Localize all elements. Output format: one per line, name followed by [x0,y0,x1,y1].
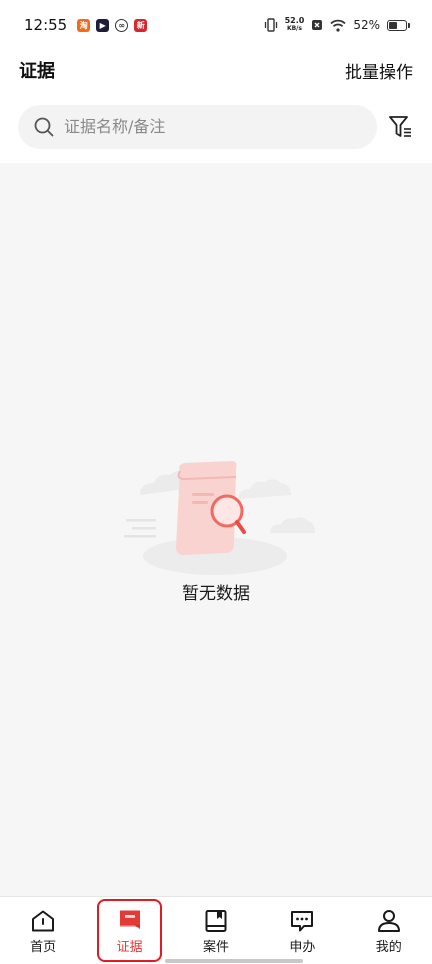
nav-label-case: 案件 [202,940,229,955]
status-app-icons: 淘 ▶ ∞ 新 [77,18,148,32]
page-title: 证据 [19,61,55,82]
net-speed-value: 52.0 [284,16,305,25]
status-right: 52.0 KB/s 52% [264,17,410,33]
nav-label-apply: 申办 [289,940,316,955]
net-speed: 52.0 KB/s [285,17,305,33]
nav-label-evidence: 证据 [116,940,143,955]
vibrate-icon [264,18,277,32]
notification-play-icon: ▶ [96,18,110,32]
user-icon [377,910,400,932]
search-icon [34,117,54,136]
evidence-flag-icon [119,910,140,929]
nav-item-mine[interactable]: 我的 [359,909,419,955]
batch-operation-button[interactable]: 批量操作 [345,58,413,83]
no-sim-icon [312,20,323,30]
nav-label-home: 首页 [30,940,57,955]
bottom-nav: 首页 证据 案件 申办 我的 [0,896,432,964]
screen: 12:55 淘 ▶ ∞ 新 52.0 KB/s 52% 证据 批量操作 证据名称… [0,0,432,964]
empty-state-text: 暂无数据 [182,584,250,604]
nav-item-apply[interactable]: 申办 [272,909,332,955]
chat-icon [291,911,314,932]
nav-item-evidence[interactable]: 证据 [100,909,160,955]
case-icon [205,910,227,932]
status-time: 12:55 [24,16,68,34]
net-speed-unit: KB/s [286,25,302,32]
page-header: 证据 批量操作 [0,50,432,90]
search-row [0,90,432,163]
notification-app-icon: 淘 [77,18,91,32]
status-bar: 12:55 淘 ▶ ∞ 新 52.0 KB/s 52% [0,0,432,50]
battery-percent: 52% [353,18,380,32]
search-box[interactable] [18,104,377,149]
nav-label-mine: 我的 [375,940,402,955]
filter-icon[interactable] [387,114,413,140]
home-icon [32,910,55,932]
nav-item-home[interactable]: 首页 [13,909,73,955]
home-indicator[interactable] [165,959,303,963]
empty-state: 暂无数据 [0,163,432,896]
search-input[interactable] [64,117,334,136]
nav-item-case[interactable]: 案件 [186,909,246,955]
wifi-icon [330,19,346,32]
notification-link-icon: ∞ [115,18,129,32]
empty-search-illustration [124,461,315,575]
battery-icon [387,19,410,31]
notification-news-icon: 新 [134,18,148,32]
